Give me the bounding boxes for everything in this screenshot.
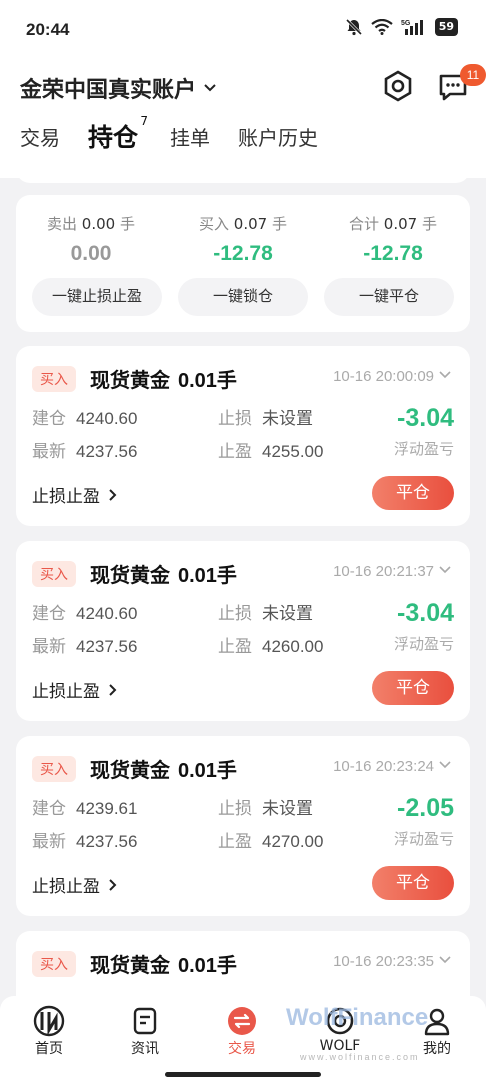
status-icons: 5G 59 bbox=[345, 18, 458, 36]
battery-level: 59 bbox=[434, 18, 458, 36]
trade-swap-icon bbox=[228, 1007, 256, 1035]
chevron-down-icon bbox=[204, 84, 216, 92]
one-click-close-all-button[interactable]: 一键平仓 bbox=[324, 278, 454, 316]
wifi-icon bbox=[371, 19, 393, 35]
last-price-row: 最新 4237.56 bbox=[32, 832, 138, 852]
summary-sell-value: 0.00 bbox=[70, 242, 112, 265]
chevron-down-icon[interactable] bbox=[438, 953, 452, 967]
messages-button[interactable]: 11 bbox=[434, 64, 486, 110]
news-icon bbox=[133, 1007, 157, 1035]
one-click-lock-button[interactable]: 一键锁仓 bbox=[178, 278, 308, 316]
position-title: 现货黄金 0.01手 bbox=[90, 368, 237, 392]
summary-total-label: 合计 0.07 手 bbox=[349, 215, 437, 233]
summary-buy-value: -12.78 bbox=[213, 242, 273, 265]
last-price-row: 最新 4237.56 bbox=[32, 442, 138, 462]
position-time: 10-16 20:23:24 bbox=[333, 758, 434, 775]
take-profit-row: 止盈 4260.00 bbox=[218, 637, 324, 657]
position-card: 买入 现货黄金 0.01手 10-16 20:21:37 建仓 4240.60 最新… bbox=[16, 541, 470, 721]
floating-pnl: -3.04 bbox=[397, 599, 454, 627]
home-logo-icon bbox=[33, 1005, 65, 1037]
floating-pnl-label: 浮动盈亏 bbox=[393, 635, 454, 653]
side-tag: 买入 bbox=[32, 561, 76, 587]
floating-pnl-label: 浮动盈亏 bbox=[393, 440, 454, 458]
position-time: 10-16 20:21:37 bbox=[333, 563, 434, 580]
close-position-button[interactable]: 平仓 bbox=[372, 866, 454, 900]
position-card: 买入 现货黄金 0.01手 10-16 20:00:09 建仓 4240.60 最新… bbox=[16, 346, 470, 526]
summary-buy: 买入 0.07 手 -12.78 bbox=[168, 213, 318, 266]
floating-pnl-label: 浮动盈亏 bbox=[393, 830, 454, 848]
chevron-down-icon[interactable] bbox=[438, 368, 452, 382]
svg-text:5G: 5G bbox=[401, 20, 411, 27]
settings-hexagon-icon[interactable] bbox=[380, 68, 416, 104]
account-name: 金荣中国真实账户 bbox=[20, 78, 197, 103]
account-selector[interactable]: 金荣中国真实账户 bbox=[20, 72, 218, 104]
close-position-button[interactable]: 平仓 bbox=[372, 476, 454, 510]
nav-trade[interactable]: 交易 bbox=[207, 1004, 277, 1058]
position-time: 10-16 20:00:09 bbox=[333, 368, 434, 385]
stop-loss-row: 止损 未设置 bbox=[218, 604, 313, 624]
position-time: 10-16 20:23:35 bbox=[333, 953, 434, 970]
side-tag: 买入 bbox=[32, 951, 76, 977]
position-title: 现货黄金 0.01手 bbox=[90, 563, 237, 587]
take-profit-row: 止盈 4255.00 bbox=[218, 442, 324, 462]
summary-sell-label: 卖出 0.00 手 bbox=[47, 215, 135, 233]
stop-loss-row: 止损 未设置 bbox=[218, 799, 313, 819]
position-card: 买入 现货黄金 0.01手 10-16 20:23:24 建仓 4239.61 最新… bbox=[16, 736, 470, 916]
chevron-down-icon[interactable] bbox=[438, 758, 452, 772]
tab-positions-label: 持仓 bbox=[88, 123, 139, 152]
tab-positions[interactable]: 持仓 7 bbox=[88, 114, 148, 154]
watermark-url: www.wolfinance.com bbox=[300, 1052, 420, 1062]
one-click-sltp-button[interactable]: 一键止损止盈 bbox=[32, 278, 162, 316]
last-price-row: 最新 4237.56 bbox=[32, 637, 138, 657]
mute-icon bbox=[345, 18, 362, 36]
position-title: 现货黄金 0.01手 bbox=[90, 953, 237, 977]
nav-news-label: 资讯 bbox=[131, 1041, 159, 1057]
summary-sell: 卖出 0.00 手 0.00 bbox=[16, 213, 166, 266]
open-price-row: 建仓 4240.60 bbox=[32, 409, 138, 429]
stop-loss-row: 止损 未设置 bbox=[218, 409, 313, 429]
chevron-down-icon[interactable] bbox=[438, 563, 452, 577]
side-tag: 买入 bbox=[32, 366, 76, 392]
floating-pnl: -3.04 bbox=[397, 404, 454, 432]
tab-pending-orders[interactable]: 挂单 bbox=[170, 122, 210, 151]
open-price-row: 建仓 4240.60 bbox=[32, 604, 138, 624]
floating-pnl: -2.05 bbox=[397, 794, 454, 822]
signal-5g-icon: 5G bbox=[401, 20, 423, 35]
nav-trade-label: 交易 bbox=[228, 1041, 256, 1057]
chevron-right-icon bbox=[109, 683, 117, 696]
tab-positions-count: 7 bbox=[140, 114, 149, 128]
status-time: 20:44 bbox=[26, 20, 70, 39]
home-indicator bbox=[165, 1072, 321, 1077]
nav-news[interactable]: 资讯 bbox=[110, 1004, 180, 1058]
watermark-logo: WolfFinance bbox=[286, 1004, 429, 1031]
position-title: 现货黄金 0.01手 bbox=[90, 758, 237, 782]
chevron-right-icon bbox=[109, 878, 117, 891]
account-card-edge bbox=[16, 165, 470, 183]
open-price-row: 建仓 4239.61 bbox=[32, 799, 138, 819]
status-bar: 20:44 5G 59 bbox=[0, 0, 486, 60]
app-header: 金荣中国真实账户 11 交易 持仓 7 挂单 账户历史 bbox=[0, 60, 486, 178]
notification-badge: 11 bbox=[460, 64, 486, 86]
nav-home[interactable]: 首页 bbox=[14, 1004, 84, 1058]
sltp-link[interactable]: 止损止盈 bbox=[32, 677, 120, 702]
sltp-link[interactable]: 止损止盈 bbox=[32, 482, 120, 507]
summary-total: 合计 0.07 手 -12.78 bbox=[318, 213, 468, 266]
tab-account-history[interactable]: 账户历史 bbox=[238, 122, 318, 151]
tab-bar: 交易 持仓 7 挂单 账户历史 bbox=[20, 114, 318, 154]
sltp-link[interactable]: 止损止盈 bbox=[32, 872, 120, 897]
summary-buy-label: 买入 0.07 手 bbox=[199, 215, 287, 233]
position-summary-card: 卖出 0.00 手 0.00 买入 0.07 手 -12.78 合计 0.07 … bbox=[16, 195, 470, 332]
tab-trade[interactable]: 交易 bbox=[20, 122, 60, 151]
take-profit-row: 止盈 4270.00 bbox=[218, 832, 324, 852]
close-position-button[interactable]: 平仓 bbox=[372, 671, 454, 705]
chevron-right-icon bbox=[109, 488, 117, 501]
side-tag: 买入 bbox=[32, 756, 76, 782]
nav-home-label: 首页 bbox=[35, 1041, 63, 1057]
summary-total-value: -12.78 bbox=[363, 242, 423, 265]
